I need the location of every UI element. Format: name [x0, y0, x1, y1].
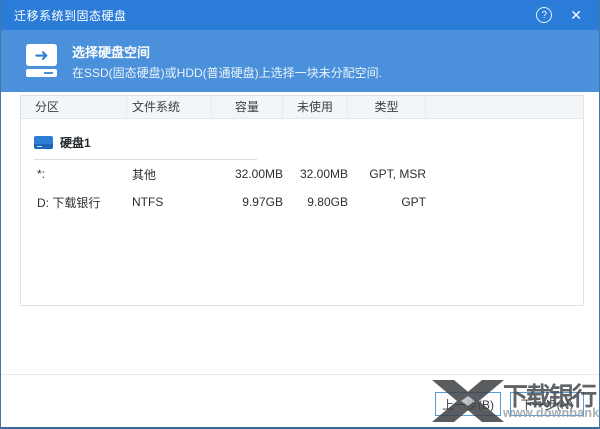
cell-filesystem: 其他 — [127, 166, 212, 183]
cell-partition: *: — [21, 167, 127, 181]
step-title: 选择硬盘空间 — [72, 42, 382, 61]
cell-filesystem: NTFS — [127, 195, 212, 209]
col-header-filler — [426, 96, 583, 119]
help-icon[interactable]: ? — [536, 7, 552, 23]
cell-type: GPT, MSR — [348, 167, 426, 181]
col-header-capacity[interactable]: 容量 — [212, 96, 283, 119]
table-header-row: 分区 文件系统 容量 未使用 类型 — [21, 96, 583, 119]
migrate-os-dialog: 迁移系统到固态硬盘 ? ✕ ➜ 选择硬盘空间 在SSD(固态硬盘)或HDD(普通… — [0, 0, 600, 429]
window-title: 迁移系统到固态硬盘 — [14, 7, 536, 24]
drive-bar — [26, 69, 57, 77]
disk-arrow-icon: ➜ — [26, 44, 57, 78]
title-bar[interactable]: 迁移系统到固态硬盘 ? ✕ — [1, 0, 599, 30]
wizard-header: ➜ 选择硬盘空间 在SSD(固态硬盘)或HDD(普通硬盘)上选择一块未分配空间. — [1, 30, 599, 92]
drive-square: ➜ — [26, 44, 57, 66]
col-header-unused[interactable]: 未使用 — [283, 96, 348, 119]
cell-capacity: 32.00MB — [212, 167, 283, 181]
cell-type: GPT — [348, 195, 426, 209]
footer-separator — [1, 374, 599, 375]
titlebar-controls: ? ✕ — [536, 6, 586, 24]
step-subtitle: 在SSD(固态硬盘)或HDD(普通硬盘)上选择一块未分配空间. — [72, 64, 382, 81]
table-row[interactable]: *: 其他 32.00MB 32.00MB GPT, MSR — [21, 160, 583, 188]
table-row[interactable]: D: 下载银行 NTFS 9.97GB 9.80GB GPT — [21, 188, 583, 216]
disk-icon — [34, 136, 53, 149]
disk-group-label: 硬盘1 — [60, 134, 91, 151]
disk-group-row[interactable]: 硬盘1 — [21, 119, 583, 159]
back-button[interactable]: 上一步(B) — [435, 392, 501, 416]
col-header-partition[interactable]: 分区 — [21, 96, 127, 119]
wizard-header-text: 选择硬盘空间 在SSD(固态硬盘)或HDD(普通硬盘)上选择一块未分配空间. — [72, 42, 382, 81]
cell-unused: 32.00MB — [283, 167, 348, 181]
cell-capacity: 9.97GB — [212, 195, 283, 209]
cell-unused: 9.80GB — [283, 195, 348, 209]
next-button[interactable]: 下一步(N) — [510, 392, 584, 416]
close-icon[interactable]: ✕ — [566, 6, 586, 24]
right-arrow-icon: ➜ — [34, 47, 48, 64]
col-header-filesystem[interactable]: 文件系统 — [127, 96, 212, 119]
col-header-type[interactable]: 类型 — [348, 96, 426, 119]
cell-partition: D: 下载银行 — [21, 194, 127, 211]
partition-table: 分区 文件系统 容量 未使用 类型 硬盘1 *: 其他 32.00MB 32.0… — [20, 95, 584, 306]
